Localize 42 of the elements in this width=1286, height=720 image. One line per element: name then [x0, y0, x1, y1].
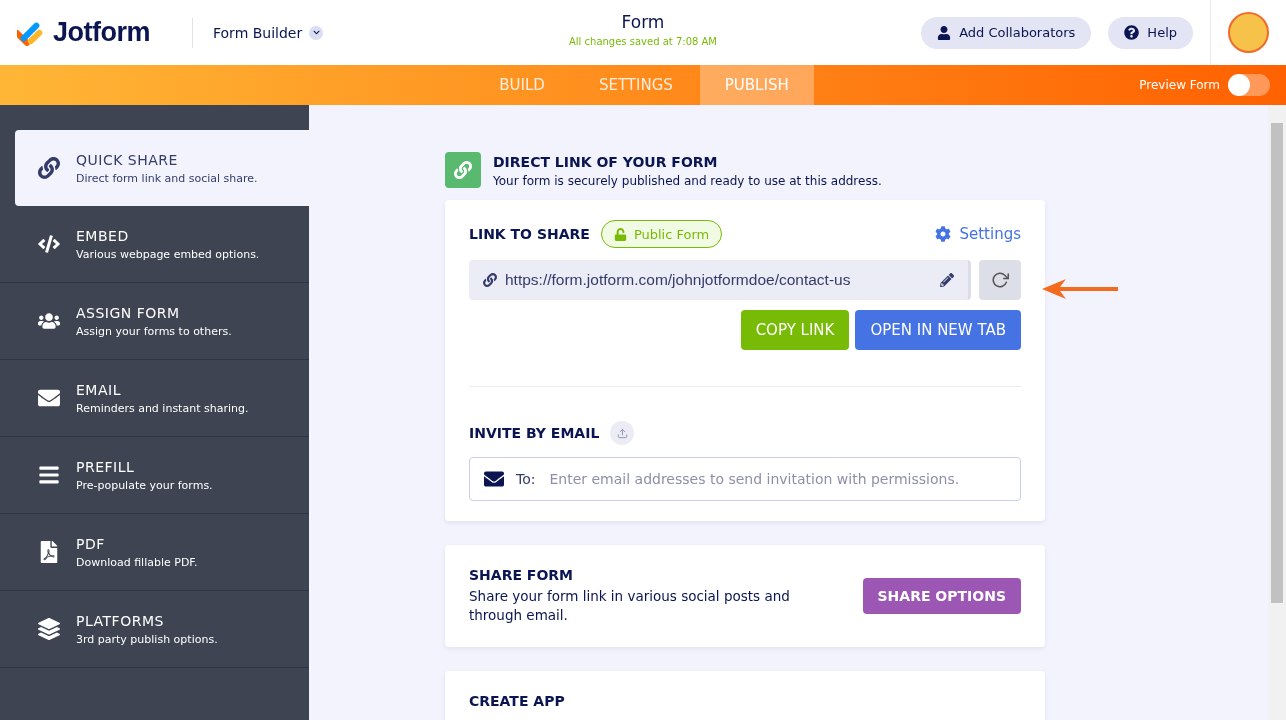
- section-subtitle: Your form is securely published and ready to use at this address.: [493, 174, 882, 188]
- prefill-icon: [37, 464, 61, 486]
- unlock-icon: [613, 227, 627, 241]
- scrollbar-thumb[interactable]: [1271, 123, 1283, 603]
- save-status: All changes saved at 7:08 AM: [568, 36, 717, 47]
- settings-icon: [935, 226, 952, 242]
- share-options-button[interactable]: SHARE OPTIONS: [862, 577, 1021, 614]
- link-icon: [37, 157, 61, 179]
- logo-text: Jotform: [53, 17, 150, 48]
- user-icon: [937, 25, 952, 40]
- share-form-text: Share your form link in various social posts and through email.: [469, 587, 791, 625]
- email-icon: [37, 387, 61, 409]
- layers-icon: [37, 618, 61, 640]
- avatar[interactable]: [1228, 12, 1269, 53]
- users-icon: [37, 310, 61, 332]
- section-title: DIRECT LINK OF YOUR FORM: [493, 154, 719, 170]
- create-app-heading: CREATE APP: [469, 692, 565, 709]
- form-builder-dropdown[interactable]: Form Builder: [213, 24, 324, 41]
- share-form-heading: SHARE FORM: [469, 567, 575, 583]
- upload-icon[interactable]: [610, 421, 635, 445]
- settings-link[interactable]: Settings: [935, 225, 1021, 243]
- open-in-new-tab-button[interactable]: OPEN IN NEW TAB: [855, 310, 1021, 350]
- refresh-icon: [991, 271, 1009, 289]
- link-to-share-heading: LINK TO SHARE: [469, 226, 590, 242]
- url-field[interactable]: https://form.jotform.com/johnjotformdoe/contact-us: [469, 260, 971, 300]
- public-form-badge: Public Form: [600, 220, 723, 248]
- form-title: Form: [621, 12, 665, 32]
- code-icon: [37, 233, 61, 255]
- chevron-down-icon: [309, 25, 324, 40]
- preview-form-label: Preview Form: [1139, 78, 1220, 92]
- sidebar-item[interactable]: QUICK SHARE Direct form link and social share.: [15, 130, 309, 206]
- preview-toggle[interactable]: [1228, 74, 1270, 96]
- help-icon: [1124, 25, 1140, 40]
- link-icon: [445, 152, 481, 188]
- email-field[interactable]: To: Enter email addresses to send invitation with permissions.: [469, 457, 1021, 501]
- pencil-icon[interactable]: [940, 273, 954, 287]
- link-icon: [483, 273, 497, 287]
- envelope-icon: [484, 469, 504, 489]
- help-button[interactable]: Help: [1108, 16, 1193, 49]
- add-collaborators-button[interactable]: Add Collaborators: [921, 16, 1092, 49]
- refresh-button[interactable]: [979, 260, 1021, 300]
- invite-by-email-heading: INVITE BY EMAIL: [469, 425, 600, 441]
